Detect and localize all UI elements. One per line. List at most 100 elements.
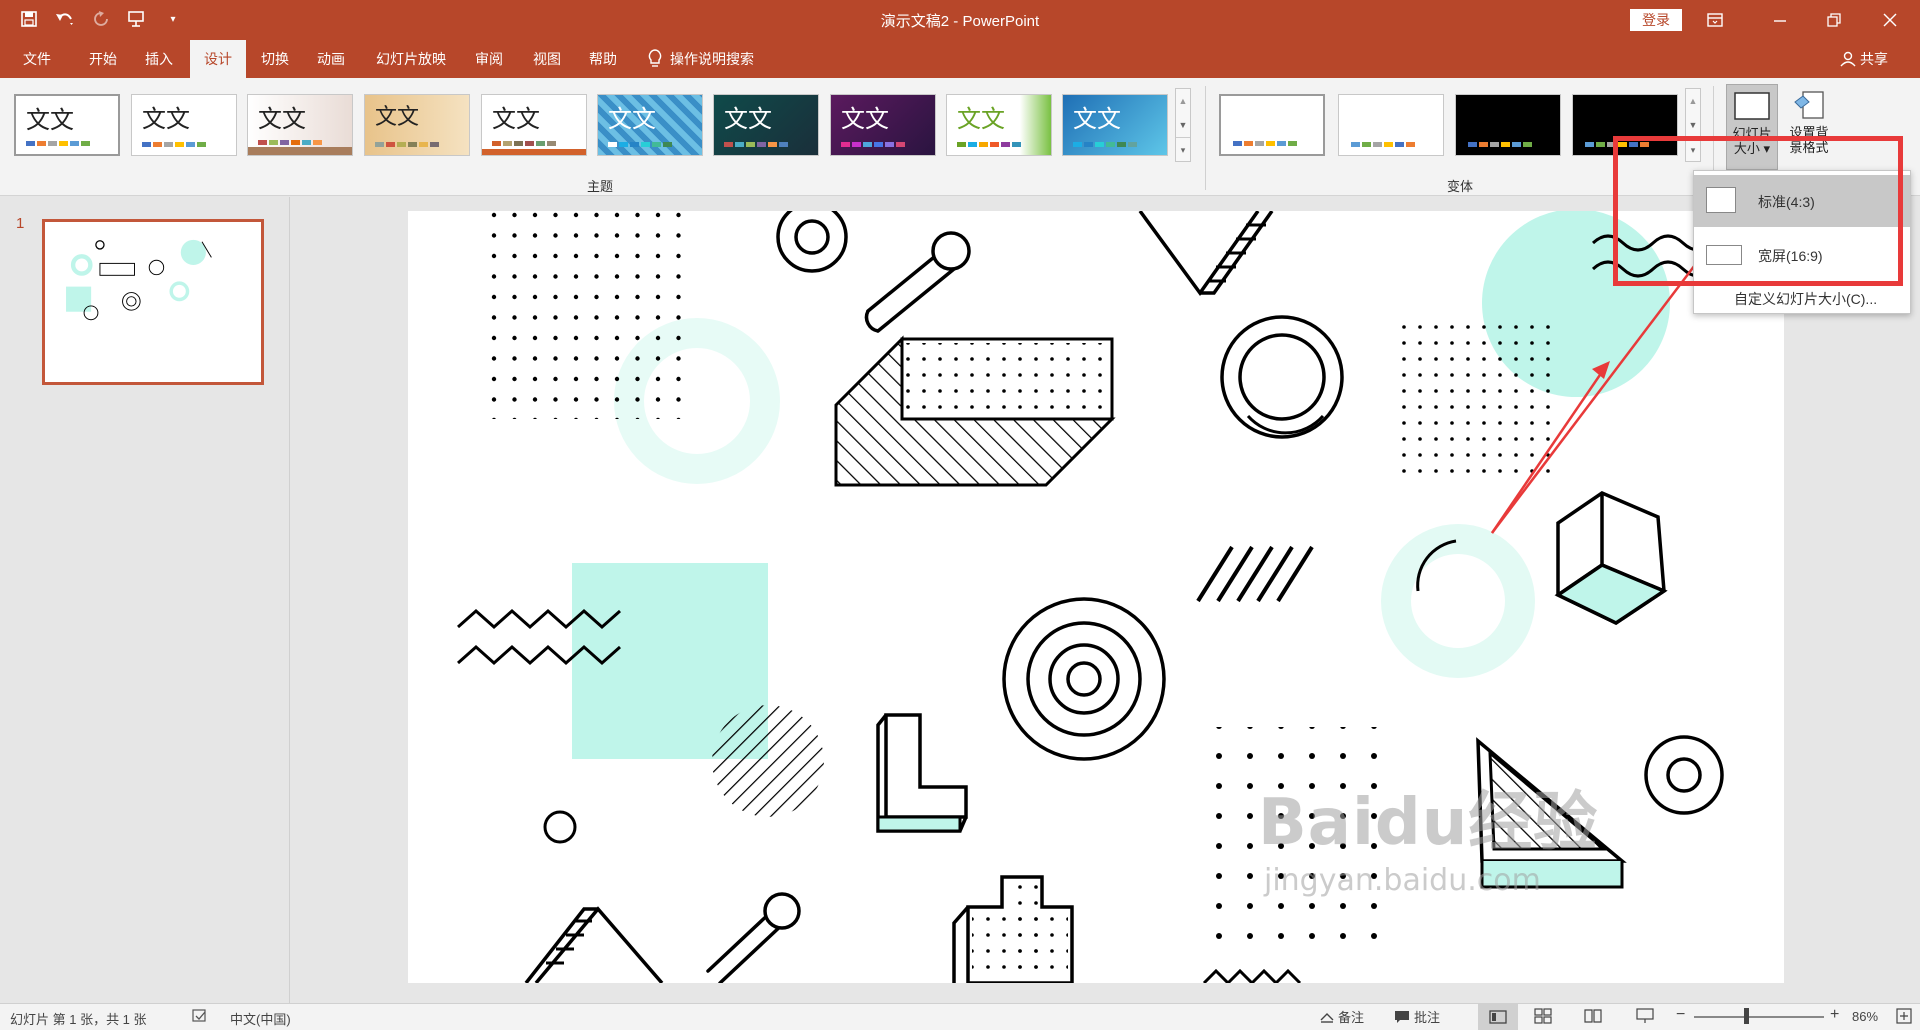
themes-group-label: 主题 (586, 179, 613, 194)
variants-group-label: 变体 (1446, 179, 1473, 194)
theme-sample-text: 文文 (26, 106, 74, 134)
format-background-label-2: 景格式 (1789, 140, 1829, 155)
slide-counter: 幻灯片 第 1 张，共 1 张 (10, 1012, 147, 1027)
theme-6[interactable]: 文文 (597, 94, 703, 156)
restore-icon[interactable] (1811, 6, 1857, 34)
notes-button[interactable]: 备注 (1320, 1007, 1364, 1026)
scroll-down-icon[interactable]: ▼ (1686, 113, 1700, 137)
theme-4[interactable]: 文文 (364, 94, 470, 156)
normal-view-icon[interactable] (1478, 1004, 1518, 1030)
watermark-url: jingyan.baidu.com (1264, 863, 1541, 898)
tab-design[interactable]: 设计 (190, 40, 246, 78)
tab-view[interactable]: 视图 (520, 40, 574, 78)
reading-view-icon[interactable] (1584, 1008, 1602, 1027)
slide-size-icon (1734, 92, 1770, 120)
slide-thumbnail-art (45, 239, 261, 363)
slideshow-view-icon[interactable] (1636, 1008, 1654, 1027)
title-bar: ▾ 演示文稿2 - PowerPoint 登录 (0, 0, 1920, 40)
tab-slideshow[interactable]: 幻灯片放映 (366, 40, 456, 78)
format-background-label: 设置背 (1789, 125, 1829, 140)
slide-canvas[interactable]: Baidu经验 jingyan.baidu.com (408, 211, 1784, 983)
theme-sample-text: 文文 (492, 105, 540, 133)
theme-3[interactable]: 文文 (247, 94, 353, 156)
tab-home[interactable]: 开始 (76, 40, 130, 78)
design-ribbon: 文文 文文 文文 文文 文文 文文 文文 文文 文文 文文 ▲ ▼ ▾ 主题 ▲… (0, 78, 1920, 196)
ribbon-tab-bar: 文件 开始 插入 设计 切换 动画 幻灯片放映 审阅 视图 帮助 操作说明搜索 … (0, 40, 1920, 78)
slides-thumbnail-pane: 1 (0, 197, 290, 1003)
theme-sample-text: 文文 (957, 105, 1005, 133)
theme-7[interactable]: 文文 (713, 94, 819, 156)
zoom-slider-thumb[interactable] (1744, 1008, 1749, 1024)
theme-8[interactable]: 文文 (830, 94, 936, 156)
minimize-icon[interactable] (1757, 6, 1803, 34)
slide-size-label-2: 大小 ▾ (1733, 141, 1771, 156)
share-label: 共享 (1860, 51, 1888, 67)
slide-size-menu: 标准(4:3) 宽屏(16:9) 自定义幻灯片大小(C)... (1693, 170, 1911, 314)
comment-icon (1395, 1010, 1409, 1023)
theme-10[interactable]: 文文 (1062, 94, 1168, 156)
theme-sample-text: 文文 (724, 105, 772, 133)
close-icon[interactable] (1867, 6, 1913, 34)
tab-animations[interactable]: 动画 (304, 40, 358, 78)
theme-sample-text: 文文 (258, 105, 306, 133)
theme-9[interactable]: 文文 (946, 94, 1052, 156)
tab-transitions[interactable]: 切换 (248, 40, 302, 78)
variant-4[interactable] (1572, 94, 1678, 156)
theme-sample-text: 文文 (1073, 105, 1121, 133)
watermark-brand: Baidu经验 (1258, 786, 1599, 860)
notes-label: 备注 (1338, 1010, 1365, 1025)
format-background-button[interactable]: 设置背 景格式 (1782, 84, 1836, 170)
custom-slide-size[interactable]: 自定义幻灯片大小(C)... (1734, 289, 1877, 309)
comments-label: 批注 (1414, 1010, 1441, 1025)
slide-number: 1 (16, 215, 25, 232)
tell-me-search[interactable]: 操作说明搜索 (648, 40, 754, 78)
comments-button[interactable]: 批注 (1394, 1007, 1440, 1026)
widescreen-label: 宽屏(16:9) (1758, 248, 1823, 264)
tab-file[interactable]: 文件 (8, 40, 66, 78)
variant-2[interactable] (1338, 94, 1444, 156)
theme-sample-text: 文文 (841, 105, 889, 133)
person-icon (1840, 51, 1856, 67)
standard-label: 标准(4:3) (1758, 194, 1815, 210)
slide-size-standard[interactable]: 标准(4:3) (1694, 175, 1910, 227)
zoom-out-icon[interactable]: − (1676, 1006, 1685, 1024)
tab-help[interactable]: 帮助 (576, 40, 630, 78)
zoom-in-icon[interactable]: + (1830, 1006, 1839, 1024)
tell-me-label: 操作说明搜索 (670, 51, 754, 67)
theme-2[interactable]: 文文 (131, 94, 237, 156)
widescreen-aspect-icon (1706, 245, 1742, 265)
slide-size-label: 幻灯片 (1732, 126, 1772, 141)
slide-thumbnail-1[interactable] (42, 219, 264, 385)
status-bar: 幻灯片 第 1 张，共 1 张 中文(中国) 备注 批注 − + 86% (0, 1003, 1920, 1030)
more-variants-icon[interactable]: ▾ (1686, 137, 1700, 162)
ribbon-display-options-icon[interactable] (1692, 6, 1738, 34)
share-button[interactable]: 共享 (1840, 40, 1888, 78)
scroll-down-icon[interactable]: ▼ (1176, 113, 1190, 137)
theme-office[interactable]: 文文 (14, 94, 120, 156)
variant-1[interactable] (1219, 94, 1325, 156)
lightbulb-icon (648, 49, 662, 67)
language-indicator[interactable]: 中文(中国) (230, 1009, 291, 1028)
theme-sample-text: 文文 (608, 105, 656, 133)
themes-gallery-scroll[interactable]: ▲ ▼ ▾ (1175, 88, 1191, 162)
fit-to-window-icon[interactable] (1896, 1008, 1912, 1027)
scroll-up-icon[interactable]: ▲ (1686, 89, 1700, 113)
tab-insert[interactable]: 插入 (132, 40, 186, 78)
standard-aspect-icon (1706, 187, 1736, 213)
slide-sorter-icon[interactable] (1534, 1008, 1552, 1027)
spell-check-icon[interactable] (192, 1008, 208, 1027)
login-button[interactable]: 登录 (1630, 9, 1682, 31)
scroll-up-icon[interactable]: ▲ (1176, 89, 1190, 113)
more-themes-icon[interactable]: ▾ (1176, 137, 1190, 162)
tab-review[interactable]: 审阅 (462, 40, 516, 78)
zoom-slider[interactable] (1694, 1016, 1824, 1018)
notes-icon (1320, 1012, 1334, 1023)
format-background-icon (1794, 91, 1824, 119)
slide-size-button[interactable]: 幻灯片 大小 ▾ (1726, 84, 1778, 170)
variants-gallery-scroll[interactable]: ▲ ▼ ▾ (1685, 88, 1701, 162)
theme-sample-text: 文文 (375, 105, 420, 130)
zoom-level[interactable]: 86% (1852, 1009, 1878, 1024)
variant-3[interactable] (1455, 94, 1561, 156)
theme-5[interactable]: 文文 (481, 94, 587, 156)
slide-size-widescreen[interactable]: 宽屏(16:9) (1694, 229, 1910, 281)
